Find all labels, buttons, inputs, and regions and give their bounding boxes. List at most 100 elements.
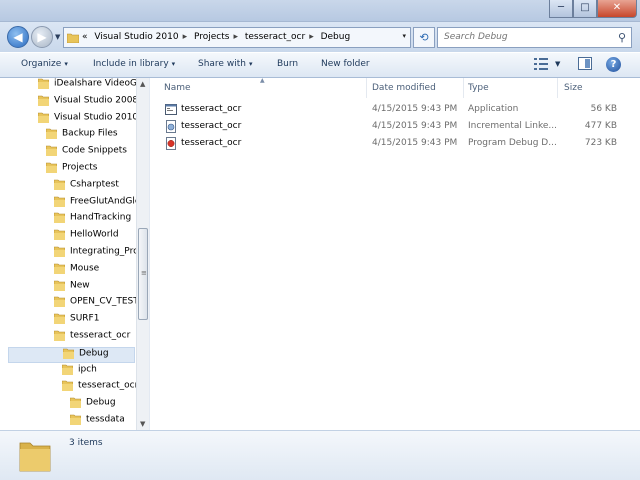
tree-item[interactable]: Debug (8, 346, 135, 363)
refresh-button[interactable]: ⟲ (413, 27, 435, 48)
tree-item[interactable]: tessdata (70, 414, 125, 430)
share-label: Share with (198, 59, 246, 69)
tree-item-label: Csharptest (70, 179, 119, 190)
breadcrumb-item[interactable]: Visual Studio 2010 (94, 32, 178, 42)
tree-item[interactable]: Code Snippets (46, 145, 127, 161)
folder-icon (38, 95, 49, 106)
close-button[interactable]: ✕ (597, 0, 637, 18)
forward-button[interactable]: ▶ (31, 26, 53, 48)
folder-icon (62, 381, 73, 392)
file-type: Program Debug D... (468, 138, 557, 148)
address-dropdown-icon[interactable]: ▾ (402, 32, 406, 40)
folder-icon (54, 313, 65, 325)
column-divider[interactable] (463, 78, 464, 98)
scrollbar-thumb[interactable]: ≡ (138, 228, 148, 320)
tree-item[interactable]: New (54, 280, 90, 296)
folder-icon (54, 297, 65, 308)
tree-item-label: Backup Files (62, 128, 118, 139)
organize-button[interactable]: Organize ▾ (21, 59, 68, 69)
tree-item[interactable]: ipch (62, 364, 97, 380)
folder-icon (67, 33, 79, 43)
tree-item[interactable]: Backup Files (46, 128, 118, 144)
tree-item-label: Debug (86, 397, 116, 408)
tree-item[interactable]: Visual Studio 2008 (38, 95, 138, 111)
tree-item-label: ipch (78, 364, 97, 375)
maximize-button[interactable]: □ (573, 0, 597, 18)
breadcrumb-item[interactable]: Debug (321, 32, 351, 42)
tree-item-label: Mouse (70, 263, 100, 274)
view-options-dropdown-icon[interactable]: ▼ (555, 60, 560, 68)
tree-item[interactable]: Mouse (54, 263, 99, 279)
folder-icon (63, 348, 74, 359)
recent-pages-dropdown-icon[interactable]: ▼ (55, 33, 60, 41)
breadcrumb-separator-icon[interactable]: ▸ (233, 32, 238, 42)
folder-icon (62, 364, 73, 375)
folder-icon (70, 414, 81, 425)
sort-ascending-icon: ▲ (260, 77, 265, 84)
tree-item[interactable]: Integrating_Pro (54, 246, 139, 262)
tree-item[interactable]: OPEN_CV_TEST (54, 296, 139, 312)
file-type: Application (468, 104, 519, 114)
tree-item-label: New (70, 280, 90, 291)
ilk-file-icon (166, 120, 176, 133)
file-size: 56 KB (590, 104, 617, 114)
navigation-scrollbar[interactable]: ▲ ≡ ▼ (136, 78, 149, 430)
minimize-button[interactable]: ─ (549, 0, 573, 18)
breadcrumb-overflow[interactable]: « (82, 32, 88, 42)
include-in-library-button[interactable]: Include in library ▾ (93, 59, 175, 69)
details-pane: 3 items (0, 430, 640, 480)
file-name: tesseract_ocr (181, 138, 242, 148)
tree-item[interactable]: iDealshare VideoGo (38, 78, 143, 94)
column-header-date[interactable]: Date modified (372, 83, 436, 93)
folder-icon (46, 145, 57, 157)
burn-button[interactable]: Burn (277, 59, 298, 69)
tree-item-label: Integrating_Pro (70, 246, 139, 257)
file-list: ▲ Name Date modified Type Size tesseract… (150, 77, 640, 430)
tree-item-label: FreeGlutAndGle (70, 196, 141, 207)
file-name: tesseract_ocr (181, 104, 242, 114)
folder-icon (46, 162, 57, 173)
change-view-icon[interactable] (534, 58, 548, 70)
scroll-down-icon[interactable]: ▼ (140, 420, 145, 428)
search-icon[interactable]: ⚲ (618, 31, 626, 44)
scroll-up-icon[interactable]: ▲ (140, 80, 145, 88)
column-header-name[interactable]: Name (164, 83, 191, 93)
tree-item[interactable]: Visual Studio 2010 (38, 112, 138, 128)
folder-icon (38, 78, 49, 89)
grip-icon: ≡ (141, 269, 147, 277)
tree-item-label: Visual Studio 2010 (54, 112, 139, 123)
file-row[interactable]: tesseract_ocr 4/15/2015 9:43 PM Incrementa… (162, 119, 632, 135)
breadcrumb-item[interactable]: tesseract_ocr (245, 32, 305, 42)
breadcrumb-separator-icon[interactable]: ▸ (309, 32, 314, 42)
file-name: tesseract_ocr (181, 121, 242, 131)
preview-pane-toggle-icon[interactable] (578, 57, 592, 70)
tree-item[interactable]: Projects (46, 162, 97, 178)
new-folder-button[interactable]: New folder (321, 59, 370, 69)
application-icon (165, 104, 177, 115)
file-row[interactable]: tesseract_ocr 4/15/2015 9:43 PM Applicatio… (162, 102, 632, 118)
tree-item[interactable]: FreeGlutAndGle (54, 196, 140, 212)
tree-item[interactable]: Csharptest (54, 179, 119, 195)
search-box[interactable]: ⚲ (437, 27, 632, 48)
tree-item[interactable]: HelloWorld (54, 229, 119, 245)
tree-item-label: tesseract_ocr (78, 380, 139, 391)
help-button[interactable]: ? (606, 57, 621, 72)
tree-item[interactable]: Debug (70, 397, 116, 413)
breadcrumb-item[interactable]: Projects (194, 32, 229, 42)
folder-icon (54, 280, 65, 291)
column-header-size[interactable]: Size (564, 83, 582, 93)
tree-item[interactable]: SURF1 (54, 313, 99, 329)
tree-item[interactable]: tesseract_ocr (62, 380, 138, 396)
share-with-button[interactable]: Share with ▾ (198, 59, 252, 69)
tree-item[interactable]: HandTracking (54, 212, 131, 228)
column-header-type[interactable]: Type (468, 83, 489, 93)
search-input[interactable] (444, 32, 609, 42)
back-button[interactable]: ◀ (7, 26, 29, 48)
column-divider[interactable] (366, 78, 367, 98)
file-size: 723 KB (584, 138, 617, 148)
address-bar[interactable]: « Visual Studio 2010 ▸ Projects ▸ tesserac… (63, 27, 411, 48)
breadcrumb-separator-icon[interactable]: ▸ (183, 32, 188, 42)
column-divider[interactable] (557, 78, 558, 98)
tree-item[interactable]: tesseract_ocr (54, 330, 130, 346)
file-row[interactable]: tesseract_ocr 4/15/2015 9:43 PM Program De… (162, 136, 632, 152)
